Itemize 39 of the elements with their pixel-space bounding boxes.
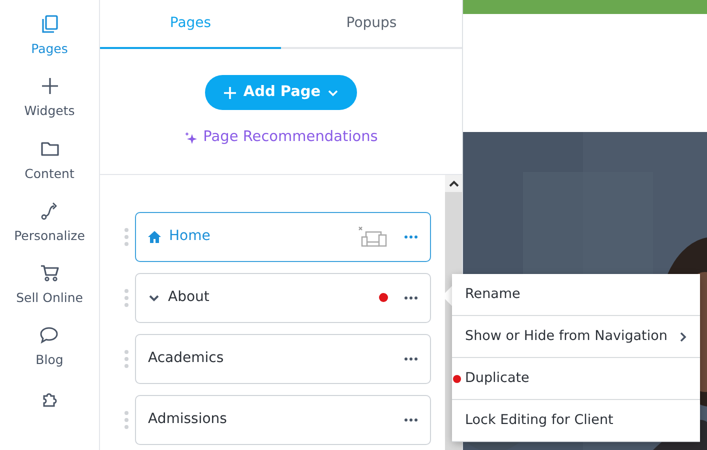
- chevron-right-icon: [680, 332, 687, 342]
- speech-bubble-icon: [39, 325, 60, 346]
- cart-icon: [40, 263, 60, 284]
- scroll-up-icon[interactable]: [448, 180, 458, 187]
- path-arrow-icon: [40, 200, 60, 221]
- chevron-down-icon: [148, 294, 160, 302]
- drag-handle-icon: [124, 348, 129, 369]
- menu-item[interactable]: Lock Editing for Client: [452, 400, 700, 442]
- notification-dot: [379, 293, 388, 302]
- more-options-icon[interactable]: [404, 418, 418, 422]
- home-icon: [148, 230, 161, 243]
- rail-item[interactable]: Sell Online: [16, 263, 83, 326]
- page-item[interactable]: Home: [135, 212, 431, 262]
- plus-icon: [40, 76, 60, 96]
- tab[interactable]: Popups: [281, 0, 462, 49]
- drag-handle-icon: [124, 410, 129, 430]
- more-options-icon[interactable]: [404, 234, 418, 239]
- rail-item[interactable]: Personalize: [14, 200, 85, 264]
- rail-item[interactable]: Content: [24, 138, 74, 201]
- page-recommendations-link[interactable]: Page Recommendations: [184, 127, 378, 149]
- sparkle-icon: [184, 130, 198, 145]
- more-options-icon[interactable]: [404, 296, 418, 300]
- chevron-down-icon: [326, 88, 339, 96]
- menu-item[interactable]: Rename: [452, 274, 700, 316]
- more-options-icon[interactable]: [404, 356, 418, 361]
- page-item[interactable]: About: [135, 272, 431, 323]
- rail-item[interactable]: Pages: [31, 14, 68, 76]
- menu-item[interactable]: Duplicate: [452, 358, 700, 400]
- menu-item[interactable]: Show or Hide from Navigation: [452, 316, 700, 358]
- page-item[interactable]: Academics: [135, 334, 431, 384]
- rail-item[interactable]: Blog: [36, 325, 64, 388]
- rail-item[interactable]: Widgets: [24, 76, 75, 139]
- notification-dot: [453, 375, 461, 383]
- drag-handle-icon: [124, 288, 129, 308]
- pages-icon: [40, 14, 60, 34]
- page-item[interactable]: Admissions: [135, 394, 431, 445]
- drag-handle-icon: [124, 226, 129, 247]
- devices-icon: [358, 226, 388, 248]
- plus-icon: [223, 86, 238, 100]
